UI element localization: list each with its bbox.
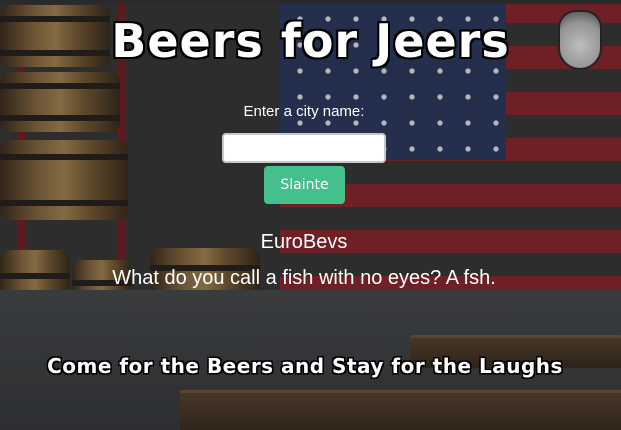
city-input-label: Enter a city name:: [243, 103, 365, 120]
city-input[interactable]: [222, 133, 386, 163]
tagline: Come for the Beers and Stay for the Laug…: [47, 354, 563, 378]
slainte-button[interactable]: Slainte: [264, 166, 345, 204]
page-title: Beers for Jeers: [111, 14, 510, 68]
company-name: EuroBevs: [260, 231, 348, 253]
joke-text: What do you call a fish with no eyes? A …: [112, 267, 496, 289]
